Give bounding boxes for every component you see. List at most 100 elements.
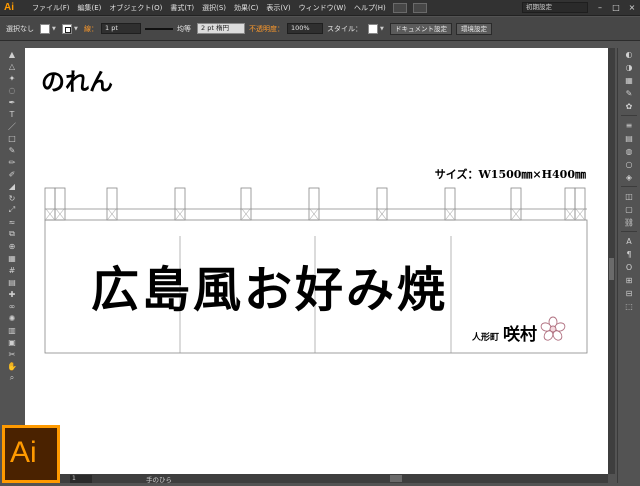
line-tool-icon[interactable]: ／: [4, 120, 20, 132]
menu-edit[interactable]: 編集(E): [74, 3, 106, 13]
pen-tool-icon[interactable]: ✒: [4, 96, 20, 108]
width-tool-icon[interactable]: ≈: [4, 216, 20, 228]
transparency-icon[interactable]: ◍: [622, 145, 636, 157]
menu-select[interactable]: 選択(S): [198, 3, 230, 13]
shop-name-text: 咲村: [503, 325, 537, 345]
magic-wand-icon[interactable]: ✦: [4, 72, 20, 84]
direct-selection-tool-icon[interactable]: △: [4, 60, 20, 72]
current-tool-label: 手のひら: [146, 475, 172, 484]
symbols-icon[interactable]: ✿: [622, 100, 636, 112]
slice-icon[interactable]: ✂: [4, 348, 20, 360]
close-button[interactable]: ×: [627, 3, 637, 13]
rotate-icon[interactable]: ↻: [4, 192, 20, 204]
artboards-icon[interactable]: ▢: [622, 203, 636, 215]
bridge-icon[interactable]: [392, 2, 407, 13]
blend-icon[interactable]: ∞: [4, 300, 20, 312]
eraser-icon[interactable]: ◢: [4, 180, 20, 192]
shape-builder-icon[interactable]: ⊕: [4, 240, 20, 252]
eyedropper-icon[interactable]: ✚: [4, 288, 20, 300]
align-icon[interactable]: ⊞: [622, 274, 636, 286]
dock-separator: [621, 186, 637, 187]
artboard[interactable]: のれん サイズ：W1500㎜×H400㎜ 広島風お好み焼 人形町 咲村: [25, 48, 608, 474]
appearance-icon[interactable]: ○: [622, 158, 636, 170]
horizontal-scrollbar-thumb[interactable]: [390, 475, 402, 482]
app-logo: Ai: [4, 1, 14, 13]
stroke-weight-field[interactable]: 1 pt: [101, 23, 141, 34]
swatches-icon[interactable]: ▦: [622, 74, 636, 86]
transform-icon[interactable]: ⬚: [622, 300, 636, 312]
graphic-styles-icon[interactable]: ◈: [622, 171, 636, 183]
zoom-tool-icon[interactable]: ⌕: [4, 372, 20, 384]
illustrator-window: Ai ファイル(F) 編集(E) オブジェクト(O) 書式(T) 選択(S) 効…: [0, 0, 640, 486]
style-dropdown-icon[interactable]: ▼: [380, 24, 386, 34]
layers-icon[interactable]: ◫: [622, 190, 636, 202]
pathfinder-icon[interactable]: ⊟: [622, 287, 636, 299]
menu-help[interactable]: ヘルプ(H): [350, 3, 390, 13]
type-tool-icon[interactable]: T: [4, 108, 20, 120]
gradient-panel-icon[interactable]: ▤: [622, 132, 636, 144]
color-panel-icon[interactable]: ◐: [622, 48, 636, 60]
status-bar: 1 手のひら: [25, 474, 608, 484]
links-icon[interactable]: ⛓: [622, 216, 636, 228]
menu-view[interactable]: 表示(V): [262, 3, 294, 13]
hand-tool-icon[interactable]: ✋: [4, 360, 20, 372]
vertical-scrollbar-thumb[interactable]: [609, 258, 614, 280]
maximize-button[interactable]: □: [611, 3, 621, 13]
menu-type[interactable]: 書式(T): [166, 3, 198, 13]
dock-separator: [621, 115, 637, 116]
illustrator-badge: Ai: [2, 425, 60, 483]
shop-location-text: 人形町: [472, 333, 500, 343]
menu-window[interactable]: ウィンドウ(W): [295, 3, 350, 13]
minimize-button[interactable]: –: [595, 3, 605, 13]
scale-icon[interactable]: ⤢: [4, 204, 20, 216]
stroke-panel-icon[interactable]: ≡: [622, 119, 636, 131]
noren-main-text: 広島風お好み焼: [91, 262, 449, 318]
opacity-field[interactable]: 100%: [287, 23, 323, 34]
free-transform-icon[interactable]: ⧉: [4, 228, 20, 240]
arrange-documents-icon[interactable]: [412, 2, 427, 13]
dock-separator: [621, 231, 637, 232]
preferences-button[interactable]: 環境設定: [456, 22, 492, 35]
selection-status: 選択なし: [6, 24, 34, 33]
menu-object[interactable]: オブジェクト(O): [105, 3, 166, 13]
stroke-swatch[interactable]: [62, 23, 72, 34]
opacity-label[interactable]: 不透明度：: [249, 24, 284, 34]
gradient-icon[interactable]: ▤: [4, 276, 20, 288]
pencil-icon[interactable]: ✏: [4, 156, 20, 168]
symbol-sprayer-icon[interactable]: ✺: [4, 312, 20, 324]
column-graph-icon[interactable]: ▥: [4, 324, 20, 336]
fill-dropdown-icon[interactable]: ▼: [52, 24, 58, 34]
stroke-profile-preview: [145, 27, 173, 30]
perspective-grid-icon[interactable]: ▦: [4, 252, 20, 264]
style-label: スタイル：: [327, 24, 362, 33]
workspace-switcher[interactable]: 初期設定: [522, 2, 588, 13]
brushes-icon[interactable]: ✎: [622, 87, 636, 99]
panel-dock: ◐ ◑ ▦ ✎ ✿ ≡ ▤ ◍ ○ ◈ ◫ ▢ ⛓ A ¶ O ⊞ ⊟ ⬚: [617, 48, 640, 483]
graphic-style-swatch[interactable]: [368, 23, 378, 34]
artboard-navigation-field[interactable]: 1: [70, 474, 92, 483]
sakura-logo-icon: [540, 316, 566, 341]
vertical-scrollbar[interactable]: [608, 48, 615, 474]
type-panel-icon[interactable]: A: [622, 235, 636, 247]
blob-brush-icon[interactable]: ✐: [4, 168, 20, 180]
paintbrush-icon[interactable]: ✎: [4, 144, 20, 156]
lasso-icon[interactable]: ◌: [4, 84, 20, 96]
control-bar: 選択なし ▼ ▼ 線： 1 pt 均等 2 pt 楕円 不透明度： 100% ス…: [0, 17, 640, 41]
opentype-icon[interactable]: O: [622, 261, 636, 273]
menu-effect[interactable]: 効果(C): [230, 3, 262, 13]
mesh-icon[interactable]: #: [4, 264, 20, 276]
stroke-label[interactable]: 線：: [84, 24, 98, 34]
rectangle-tool-icon[interactable]: □: [4, 132, 20, 144]
brush-definition-field[interactable]: 2 pt 楕円: [197, 23, 245, 34]
stroke-dropdown-icon[interactable]: ▼: [74, 24, 80, 34]
fill-swatch[interactable]: [40, 23, 50, 34]
artboard-tool-icon[interactable]: ▣: [4, 336, 20, 348]
color-guide-icon[interactable]: ◑: [622, 61, 636, 73]
menu-bar: Ai ファイル(F) 編集(E) オブジェクト(O) 書式(T) 選択(S) 効…: [0, 0, 640, 16]
stroke-profile-label[interactable]: 均等: [177, 24, 191, 34]
document-setup-button[interactable]: ドキュメント設定: [390, 22, 452, 35]
menu-file[interactable]: ファイル(F): [28, 3, 74, 13]
paragraph-icon[interactable]: ¶: [622, 248, 636, 260]
selection-tool-icon[interactable]: ▲: [4, 48, 20, 60]
tools-panel: ▲ △ ✦ ◌ ✒ T ／ □ ✎ ✏ ✐ ◢ ↻ ⤢ ≈ ⧉ ⊕ ▦ # ▤ ✚ ∞ ✺ ▥ ▣ ✂ ✋ ⌕: [3, 48, 21, 423]
